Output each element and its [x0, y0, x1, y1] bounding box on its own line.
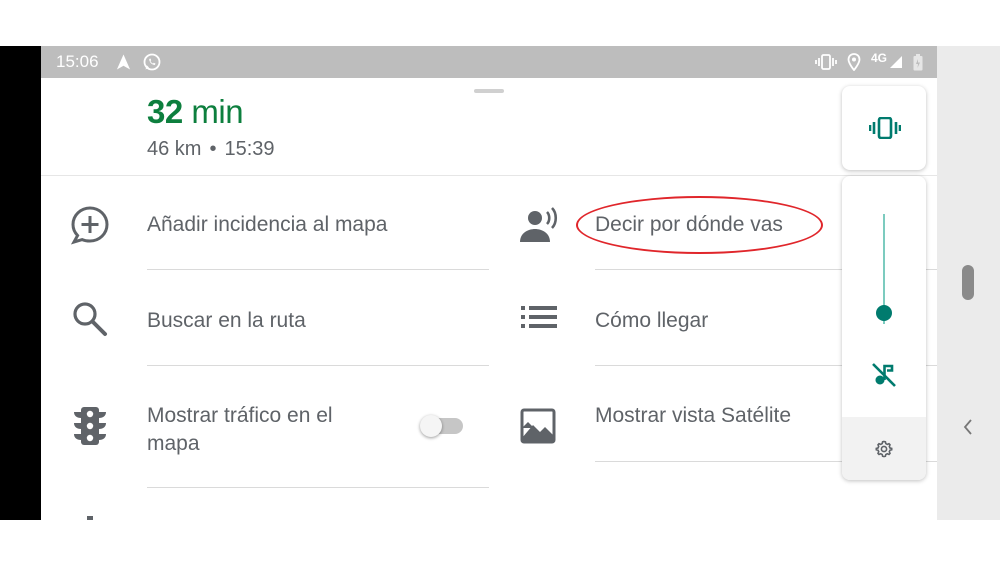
edge-handle[interactable] [962, 265, 974, 300]
vibrate-icon [815, 54, 837, 70]
next-item-icon-partial [87, 516, 93, 520]
gear-icon [875, 440, 893, 458]
volume-slider-thumb[interactable] [876, 305, 892, 321]
ringer-mode-button[interactable] [842, 86, 926, 170]
satellite-image-icon [520, 408, 556, 444]
search-icon [73, 302, 107, 336]
sheet-drag-handle[interactable] [474, 89, 504, 93]
music-off-icon[interactable] [871, 362, 897, 388]
menu-item-search-route[interactable]: Buscar en la ruta [41, 270, 491, 366]
menu-label-traffic-line2: mapa [147, 432, 200, 455]
chevron-left-icon[interactable] [960, 417, 976, 437]
network-type: 4G [870, 51, 887, 65]
vibrate-icon [869, 117, 901, 139]
arrival-time: 15:39 [224, 138, 275, 160]
menu-label-search-route: Buscar en la ruta [147, 309, 306, 332]
voice-share-icon [520, 207, 558, 242]
traffic-toggle-knob[interactable] [420, 415, 442, 437]
left-black-bar [0, 46, 41, 520]
menu-label-satellite: Mostrar vista Satélite [595, 404, 792, 427]
location-icon [847, 53, 861, 71]
menu-label-traffic-line1: Mostrar tráfico en el [147, 404, 333, 427]
divider [147, 487, 489, 488]
menu-label-share-location: Decir por dónde vas [595, 213, 783, 236]
navigation-icon [116, 54, 131, 70]
whatsapp-icon [143, 53, 161, 71]
menu-label-add-incident: Añadir incidencia al mapa [147, 213, 388, 236]
menu-item-add-incident[interactable]: Añadir incidencia al mapa [41, 176, 491, 270]
menu-item-satellite[interactable]: Mostrar vista Satélite [491, 366, 841, 462]
trip-details: 46 km • 15:39 [147, 138, 275, 161]
menu-label-directions: Cómo llegar [595, 309, 709, 332]
menu-item-directions[interactable]: Cómo llegar [491, 270, 841, 366]
list-icon [521, 306, 557, 328]
status-icons: 4G [815, 51, 923, 73]
duration-unit: min [191, 93, 244, 130]
status-bar: 15:06 4G [41, 46, 937, 78]
menu-item-share-location[interactable]: Decir por dónde vas [491, 176, 841, 270]
add-report-icon [70, 206, 109, 245]
signal-icon [890, 56, 902, 68]
trip-duration: 32 min [147, 93, 244, 131]
traffic-light-icon [74, 407, 106, 445]
phone-screen: 15:06 4G 32 min 46 km • 15:39 Añadir inc… [41, 46, 937, 520]
trip-distance: 46 km [147, 138, 202, 160]
volume-panel [842, 176, 926, 480]
volume-settings-button[interactable] [842, 417, 926, 480]
duration-value: 32 [147, 93, 183, 130]
battery-icon [913, 53, 923, 70]
separator-dot: • [209, 138, 217, 160]
status-time: 15:06 [56, 52, 99, 71]
